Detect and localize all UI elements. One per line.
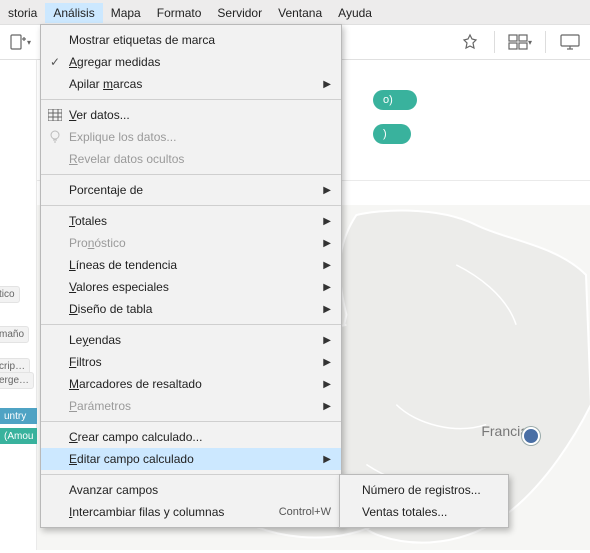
submenu-arrow-icon: ▶ [319, 238, 331, 249]
separator [41, 324, 341, 325]
pin-icon[interactable] [456, 28, 484, 56]
menu-avanzar-campos[interactable]: Avanzar campos [41, 479, 341, 501]
map-label-francia: Francia [481, 423, 528, 439]
menu-analisis[interactable]: Análisis [45, 3, 102, 23]
menu-marcadores-resaltado[interactable]: Marcadores de resaltado▶ [41, 373, 341, 395]
menu-mapa[interactable]: Mapa [103, 3, 149, 23]
menu-crear-campo-calculado[interactable]: Crear campo calculado... [41, 426, 341, 448]
separator [41, 474, 341, 475]
check-icon: ✓ [41, 55, 69, 69]
menu-servidor[interactable]: Servidor [209, 3, 270, 23]
submenu-arrow-icon: ▶ [319, 260, 331, 271]
submenu-arrow-icon: ▶ [319, 335, 331, 346]
shelf-pill[interactable]: ) [373, 124, 411, 144]
menu-formato[interactable]: Formato [149, 3, 210, 23]
submenu-arrow-icon: ▶ [319, 379, 331, 390]
separator [41, 421, 341, 422]
menubar: storia Análisis Mapa Formato Servidor Ve… [0, 0, 590, 25]
menu-leyendas[interactable]: Leyendas▶ [41, 329, 341, 351]
submenu-arrow-icon: ▶ [319, 185, 331, 196]
menu-mostrar-etiquetas[interactable]: Mostrar etiquetas de marca [41, 29, 341, 51]
editar-campo-submenu: Número de registros... Ventas totales... [339, 474, 509, 528]
menu-porcentaje[interactable]: Porcentaje de▶ [41, 179, 341, 201]
show-me-icon[interactable]: ▾ [505, 27, 535, 57]
menu-filtros[interactable]: Filtros▶ [41, 351, 341, 373]
menu-intercambiar[interactable]: Intercambiar filas y columnasControl+W [41, 501, 341, 523]
panel-chip: maño [0, 326, 29, 343]
submenu-numero-registros[interactable]: Número de registros... [340, 479, 508, 501]
separator [494, 31, 495, 53]
submenu-arrow-icon: ▶ [319, 454, 331, 465]
bulb-icon [41, 130, 69, 144]
menu-ayuda[interactable]: Ayuda [330, 3, 380, 23]
submenu-ventas-totales[interactable]: Ventas totales... [340, 501, 508, 523]
menu-diseno-tabla[interactable]: Diseño de tabla▶ [41, 298, 341, 320]
submenu-arrow-icon: ▶ [319, 401, 331, 412]
separator [41, 174, 341, 175]
table-icon [41, 109, 69, 121]
left-panel: tico maño crip… erge… untry (Amou [0, 60, 37, 550]
menu-lineas-tendencia[interactable]: Líneas de tendencia▶ [41, 254, 341, 276]
submenu-arrow-icon: ▶ [319, 357, 331, 368]
separator [41, 99, 341, 100]
menu-parametros: Parámetros▶ [41, 395, 341, 417]
menu-pronostico: Pronóstico▶ [41, 232, 341, 254]
menu-editar-campo-calculado[interactable]: Editar campo calculado▶ [41, 448, 341, 470]
separator [41, 205, 341, 206]
submenu-arrow-icon: ▶ [319, 304, 331, 315]
analisis-dropdown: Mostrar etiquetas de marca ✓Agregar medi… [40, 24, 342, 528]
submenu-arrow-icon: ▶ [319, 282, 331, 293]
menu-historia[interactable]: storia [0, 3, 45, 23]
separator [545, 31, 546, 53]
menu-ventana[interactable]: Ventana [270, 3, 330, 23]
submenu-arrow-icon: ▶ [319, 216, 331, 227]
new-sheet-button[interactable]: ▾ [6, 28, 34, 56]
menu-revelar-ocultos: Revelar datos ocultos [41, 148, 341, 170]
menu-ver-datos[interactable]: Ver datos... [41, 104, 341, 126]
presentation-icon[interactable] [556, 28, 584, 56]
map-datapoint[interactable] [522, 427, 540, 445]
submenu-arrow-icon: ▶ [319, 79, 331, 90]
view-mode-group: ▾ [505, 27, 535, 57]
panel-chip: tico [0, 286, 20, 303]
menu-totales[interactable]: Totales▶ [41, 210, 341, 232]
menu-valores-especiales[interactable]: Valores especiales▶ [41, 276, 341, 298]
menu-explique-datos: Explique los datos... [41, 126, 341, 148]
shelf-pill[interactable]: o) [373, 90, 417, 110]
menu-apilar-marcas[interactable]: Apilar marcas▶ [41, 73, 341, 95]
shortcut-text: Control+W [269, 506, 331, 518]
menu-agregar-medidas[interactable]: ✓Agregar medidas [41, 51, 341, 73]
panel-chip: erge… [0, 372, 34, 389]
